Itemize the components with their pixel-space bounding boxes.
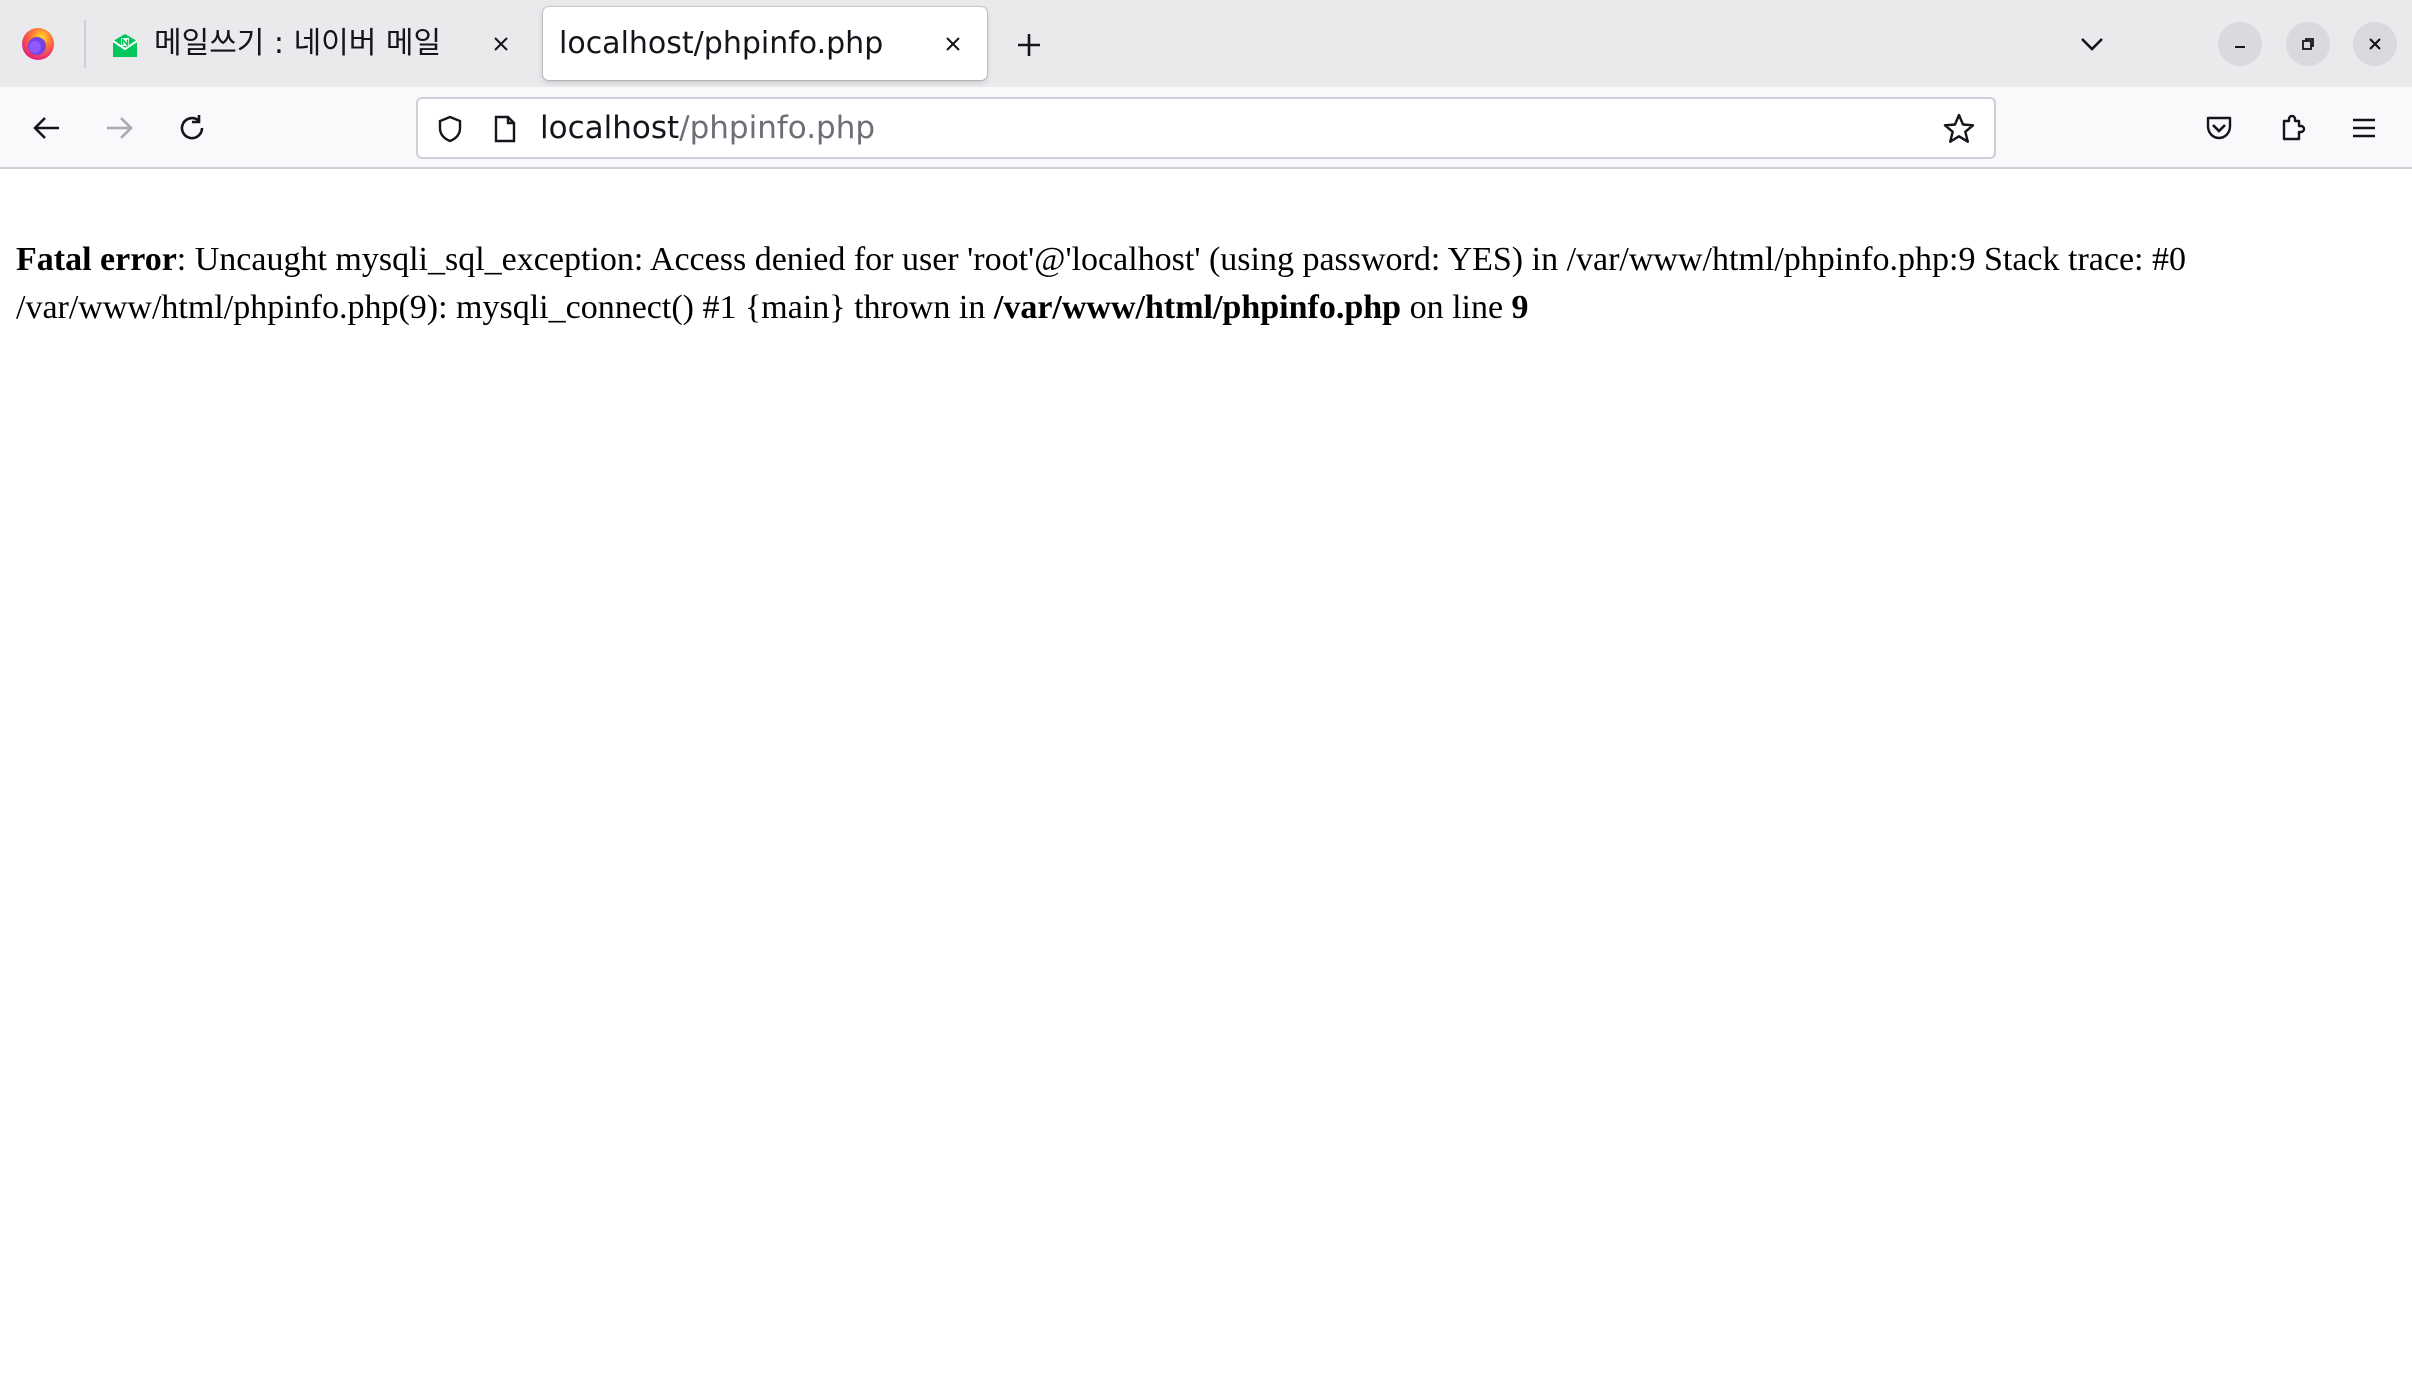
error-label: Fatal error	[16, 241, 177, 278]
naver-mail-icon	[110, 31, 140, 61]
navigation-toolbar: localhost/phpinfo.php	[0, 87, 2412, 169]
restore-window-icon[interactable]	[2286, 22, 2330, 66]
error-on-line-text: on line	[1401, 289, 1512, 326]
firefox-logo-icon[interactable]	[20, 26, 56, 62]
error-file: /var/www/html/phpinfo.php	[993, 289, 1402, 326]
tab-phpinfo[interactable]: localhost/phpinfo.php	[543, 7, 987, 80]
page-content: Fatal error: Uncaught mysqli_sql_excepti…	[0, 171, 2412, 1389]
close-window-icon[interactable]	[2353, 22, 2397, 66]
tab-title: localhost/phpinfo.php	[559, 26, 884, 61]
tab-strip: 메일쓰기 : 네이버 메일 localhost/phpinfo.php	[0, 0, 2412, 87]
bookmark-star-icon[interactable]	[1940, 110, 1978, 148]
minimize-window-icon[interactable]	[2218, 22, 2262, 66]
back-arrow-icon[interactable]	[24, 105, 70, 151]
php-fatal-error-message: Fatal error: Uncaught mysqli_sql_excepti…	[16, 236, 2396, 332]
tab-title: 메일쓰기 : 네이버 메일	[154, 26, 442, 61]
page-info-icon[interactable]	[488, 111, 522, 147]
url-text[interactable]: localhost/phpinfo.php	[540, 99, 875, 157]
browser-window: 메일쓰기 : 네이버 메일 localhost/phpinfo.php loca…	[0, 0, 2412, 1389]
url-path: /phpinfo.php	[679, 110, 876, 146]
new-tab-plus-icon[interactable]	[1010, 26, 1048, 64]
pocket-icon[interactable]	[2196, 105, 2242, 151]
close-tab-icon[interactable]	[936, 27, 970, 61]
forward-arrow-icon[interactable]	[96, 105, 142, 151]
hamburger-menu-icon[interactable]	[2341, 105, 2387, 151]
extensions-puzzle-icon[interactable]	[2269, 105, 2315, 151]
close-tab-icon[interactable]	[484, 27, 518, 61]
reload-icon[interactable]	[169, 105, 215, 151]
tab-separator	[84, 20, 86, 68]
url-host: localhost	[540, 110, 680, 146]
tab-naver-mail[interactable]: 메일쓰기 : 네이버 메일	[92, 7, 538, 80]
address-bar[interactable]: localhost/phpinfo.php	[416, 97, 1996, 159]
tracking-protection-shield-icon[interactable]	[432, 111, 468, 147]
error-line-number: 9	[1511, 289, 1529, 326]
list-all-tabs-chevron-down-icon[interactable]	[2074, 26, 2110, 62]
